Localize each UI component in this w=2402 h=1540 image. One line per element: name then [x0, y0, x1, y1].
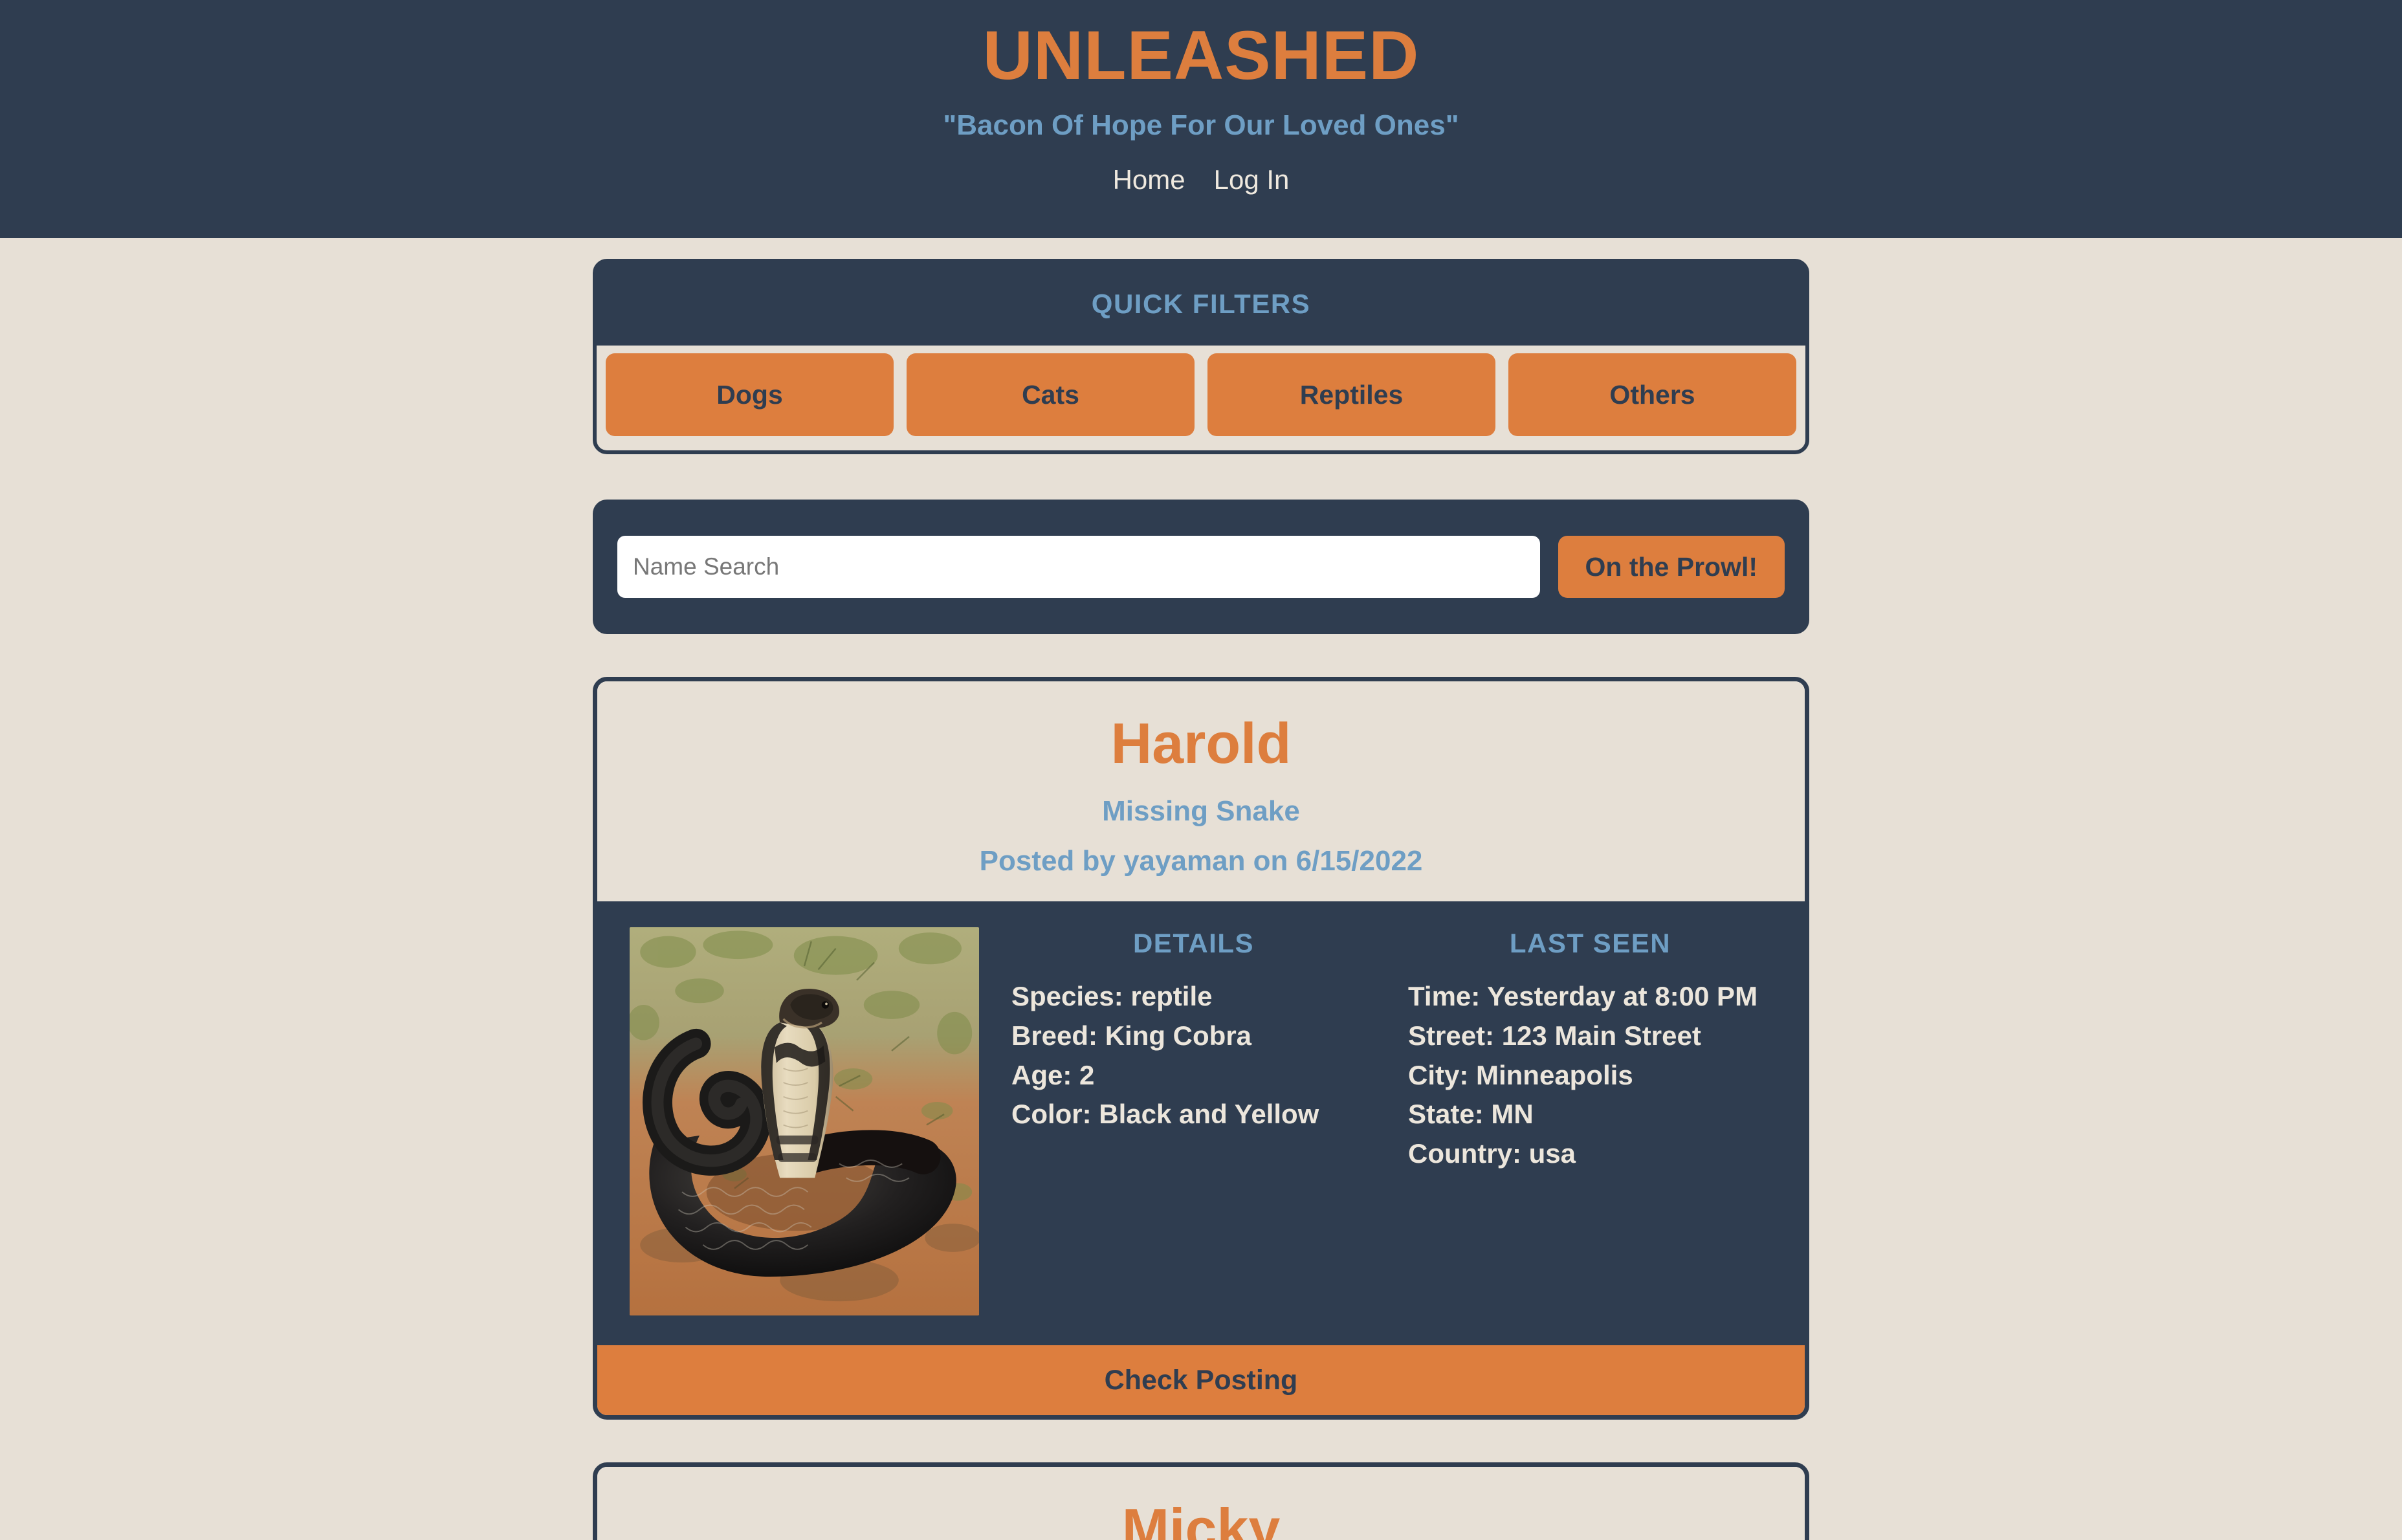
post-card-header: Harold Missing Snake Posted by yayaman o… [597, 681, 1805, 902]
lastseen-street: Street: 123 Main Street [1408, 1020, 1701, 1051]
main-nav: Home Log In [0, 164, 2402, 196]
search-panel: On the Prowl! [593, 500, 1809, 634]
pet-posted-meta: Posted by yayaman on 6/15/2022 [979, 844, 1423, 877]
page-title: UNLEASHED [982, 16, 1420, 94]
last-seen-column: LAST SEEN Time: Yesterday at 8:00 PM Str… [1376, 927, 1772, 1315]
pet-name: Harold [1110, 711, 1292, 775]
quick-filters-heading: QUICK FILTERS [1091, 289, 1311, 319]
king-cobra-photo [630, 927, 979, 1316]
filter-button-cats[interactable]: Cats [907, 353, 1195, 436]
lastseen-country: Country: usa [1408, 1138, 1576, 1169]
last-seen-heading: LAST SEEN [1509, 928, 1671, 959]
post-card-body: DETAILS Species: reptile Breed: King Cob… [597, 901, 1805, 1346]
quick-filters-panel: QUICK FILTERS Dogs Cats Reptiles Others [593, 259, 1809, 454]
pet-photo [630, 927, 979, 1316]
detail-age: Age: 2 [1011, 1059, 1095, 1090]
pet-name: Micky [1121, 1497, 1281, 1540]
nav-link-login[interactable]: Log In [1214, 164, 1290, 196]
site-tagline: "Bacon Of Hope For Our Loved Ones" [943, 109, 1459, 141]
page-container: QUICK FILTERS Dogs Cats Reptiles Others … [593, 259, 1809, 1540]
details-column: DETAILS Species: reptile Breed: King Cob… [979, 927, 1376, 1315]
lastseen-city: City: Minneapolis [1408, 1059, 1633, 1090]
filter-button-others[interactable]: Others [1508, 353, 1796, 436]
detail-species: Species: reptile [1011, 980, 1213, 1011]
detail-color: Color: Black and Yellow [1011, 1099, 1319, 1130]
lastseen-state: State: MN [1408, 1099, 1534, 1130]
search-submit-button[interactable]: On the Prowl! [1558, 536, 1785, 598]
filter-button-reptiles[interactable]: Reptiles [1207, 353, 1495, 436]
site-header: UNLEASHED "Bacon Of Hope For Our Loved O… [0, 0, 2402, 238]
pet-subtitle: Missing Snake [1102, 795, 1300, 827]
nav-link-home[interactable]: Home [1113, 164, 1185, 196]
lastseen-time: Time: Yesterday at 8:00 PM [1408, 980, 1758, 1011]
post-card-header: Micky Please help me bring my sweet dogg… [597, 1467, 1805, 1540]
detail-breed: Breed: King Cobra [1011, 1020, 1252, 1051]
search-input[interactable] [617, 536, 1540, 598]
filter-button-dogs[interactable]: Dogs [606, 353, 894, 436]
post-card: Micky Please help me bring my sweet dogg… [593, 1462, 1809, 1540]
quick-filters-row: Dogs Cats Reptiles Others [597, 346, 1805, 450]
post-card: Harold Missing Snake Posted by yayaman o… [593, 677, 1809, 1420]
details-heading: DETAILS [1132, 928, 1255, 959]
check-posting-button[interactable]: Check Posting [597, 1345, 1805, 1416]
